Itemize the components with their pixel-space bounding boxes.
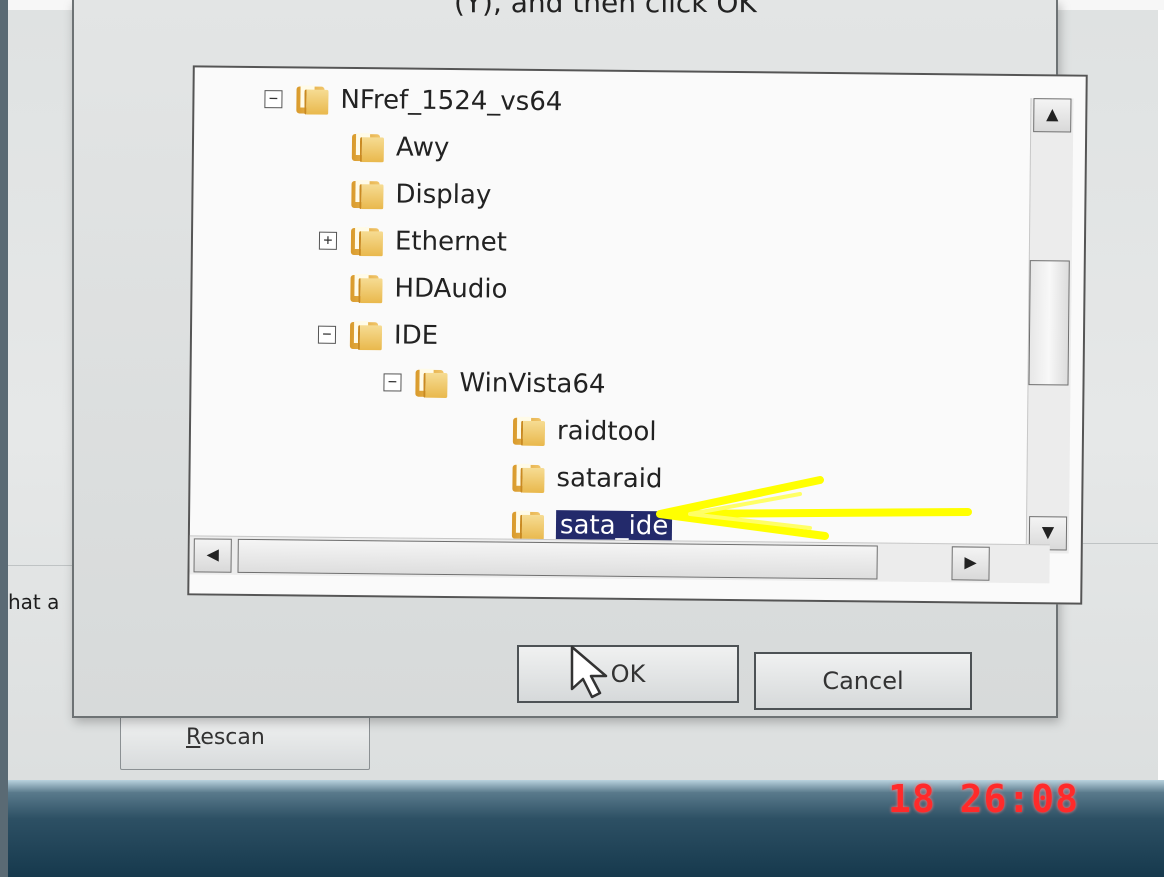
tree-node-label: Ethernet [394, 226, 508, 258]
annotation-arrow-icon [656, 476, 972, 540]
folder-icon [349, 225, 384, 257]
photo-timestamp: 18 26:08 [888, 777, 1080, 821]
tree-node-label: Display [395, 179, 492, 211]
tree-node-label: sataraid [556, 463, 663, 495]
background-side-text: hat a [8, 590, 60, 614]
rescan-accelerator: R [186, 725, 201, 750]
tree-node-label: HDAudio [394, 273, 508, 305]
tree-node[interactable]: Awy [320, 126, 450, 169]
tree-node-label: Awy [395, 132, 450, 164]
tree-node[interactable]: Display [319, 173, 491, 217]
vertical-scroll-thumb[interactable] [1028, 260, 1070, 386]
folder-icon [510, 462, 545, 494]
folder-icon [348, 319, 383, 351]
rescan-button[interactable]: Rescan [120, 712, 370, 770]
expand-icon[interactable]: + [318, 231, 338, 250]
folder-icon [511, 415, 546, 447]
tree-node[interactable]: sataraid [480, 456, 663, 500]
vertical-scrollbar[interactable]: ▲ ▼ [1025, 98, 1074, 554]
ok-button[interactable]: OK [517, 645, 739, 703]
folder-icon [294, 83, 329, 115]
tree-node[interactable]: − NFref_1524_vs64 [264, 78, 563, 123]
photo-edge-left [0, 0, 8, 877]
tree-node-label: IDE [393, 320, 439, 351]
scroll-left-button[interactable]: ◀ [193, 538, 232, 573]
collapse-icon[interactable]: − [264, 89, 283, 109]
tree-node-label: WinVista64 [459, 368, 606, 400]
folder-icon [349, 178, 384, 210]
browse-folder-dialog: (Y), and then click OK − NFref_1524_vs64 A… [72, 0, 1088, 718]
folder-icon [510, 509, 545, 541]
scroll-up-button[interactable]: ▲ [1033, 98, 1072, 133]
folder-icon [350, 131, 385, 163]
collapse-icon[interactable]: − [383, 372, 402, 392]
tree-node-label: NFref_1524_vs64 [340, 84, 563, 118]
tree-node[interactable]: HDAudio [318, 267, 508, 311]
collapse-icon[interactable]: − [317, 325, 337, 344]
rescan-label: escan [200, 725, 265, 750]
dialog-instruction: (Y), and then click OK [454, 0, 757, 19]
tree-node-label: raidtool [556, 416, 657, 448]
tree-node[interactable]: − IDE [317, 314, 439, 357]
folder-icon [348, 272, 383, 304]
tree-node[interactable]: raidtool [481, 409, 657, 453]
tree-node[interactable]: + Ethernet [318, 220, 508, 264]
cancel-button[interactable]: Cancel [754, 652, 972, 710]
mouse-pointer-icon [570, 645, 608, 699]
tree-node[interactable]: − WinVista64 [383, 361, 606, 405]
folder-icon [413, 367, 448, 399]
